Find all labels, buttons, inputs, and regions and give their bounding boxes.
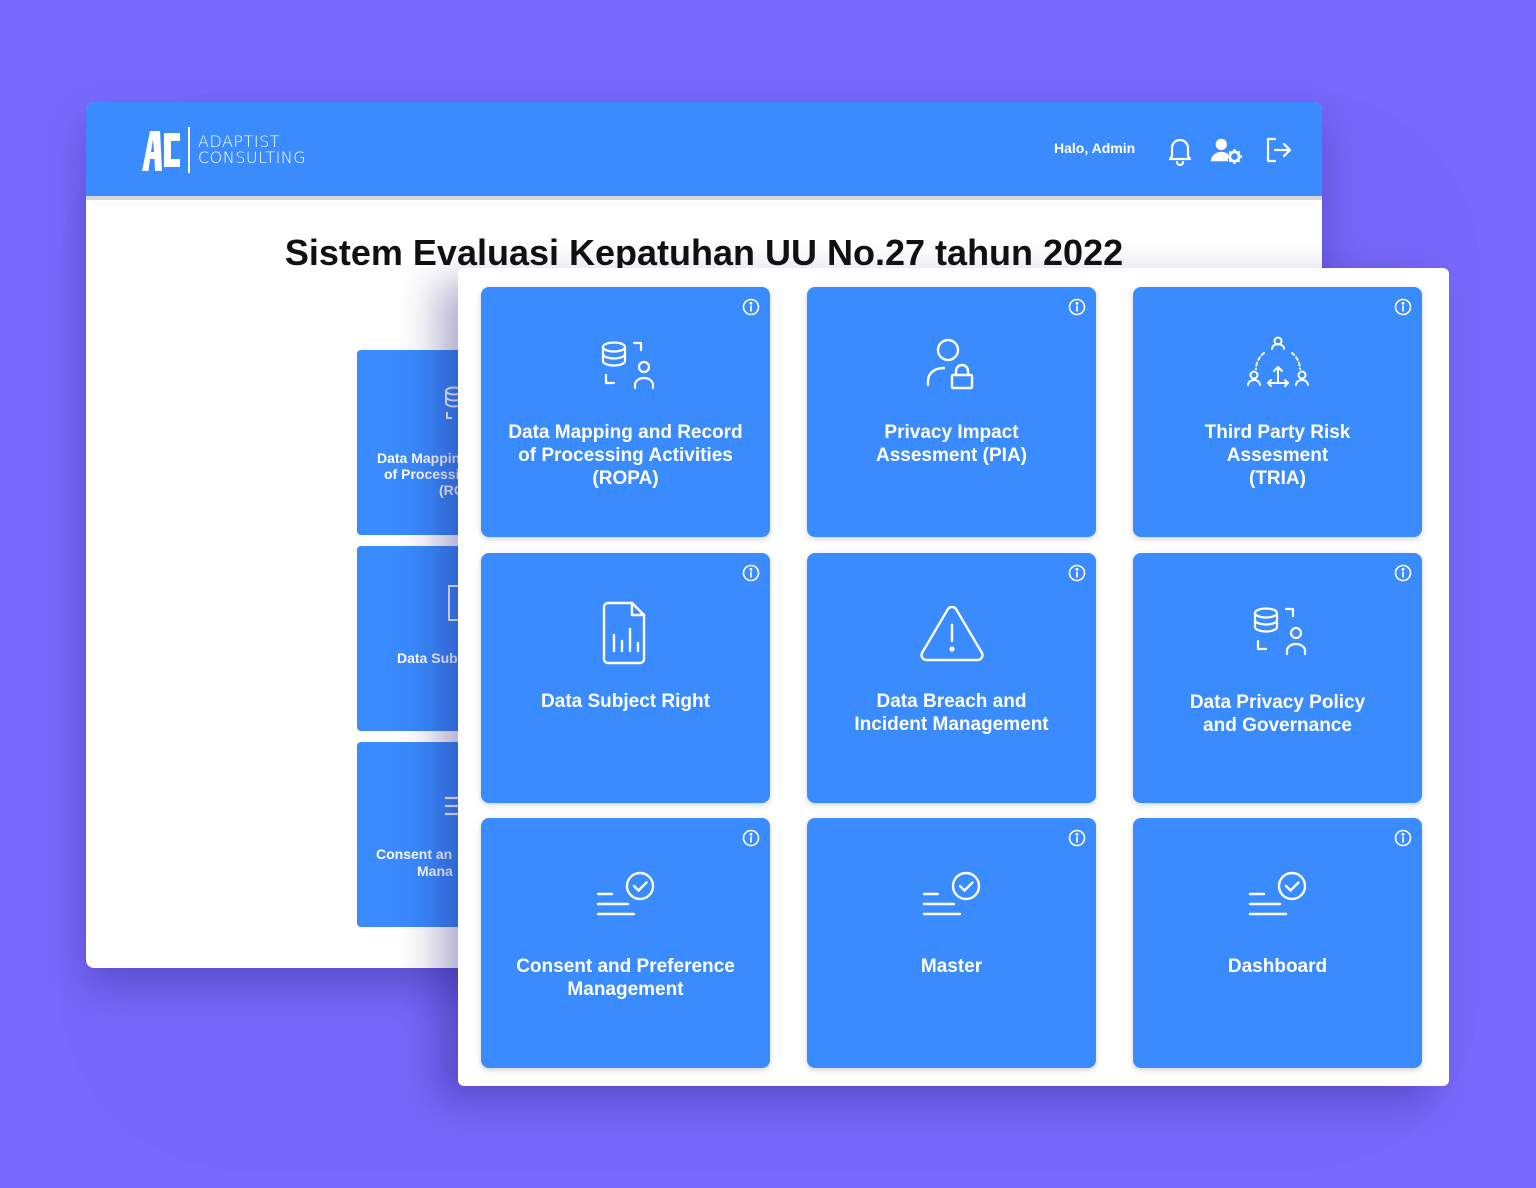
card-label-line-2: Incident Management [854, 714, 1049, 735]
card-label: Data Subject Right [541, 691, 710, 712]
card-label-line-2: Assesment (PIA) [876, 445, 1027, 466]
database-user-icon [1253, 607, 1306, 656]
info-icon[interactable] [1394, 298, 1412, 316]
info-icon[interactable] [742, 298, 760, 316]
card-dashboard[interactable]: Dashboard [1133, 818, 1422, 1068]
brand-line-2: CONSULTING [198, 148, 307, 167]
logout-icon[interactable] [1262, 134, 1294, 166]
card-master[interactable]: Master [807, 818, 1096, 1068]
database-user-icon [601, 341, 654, 390]
back-card-label-1: Consent an [376, 846, 453, 862]
logo-divider [188, 127, 190, 173]
card-privacy-policy[interactable]: Data Privacy Policy and Governance [1133, 553, 1422, 803]
card-label: Data Privacy Policy and Governance [1145, 691, 1410, 737]
info-icon[interactable] [1068, 564, 1086, 582]
info-icon[interactable] [1068, 298, 1086, 316]
module-panel: Data Mapping and Record of Processing Ac… [458, 268, 1449, 1086]
card-label-line-2: of Processing Activities [518, 445, 733, 466]
list-check-icon [596, 871, 654, 916]
card-label-line-2: Assesment [1226, 445, 1329, 466]
back-card-label-1: Data Mappin [377, 450, 461, 466]
document-chart-icon [602, 601, 645, 665]
card-label: Third Party Risk Assesment (TRIA) [1145, 421, 1410, 490]
card-label: Data Mapping and Record of Processing Ac… [493, 421, 758, 490]
user-gear-icon[interactable] [1210, 134, 1242, 166]
card-label-line-2: and Governance [1203, 715, 1352, 736]
network-users-icon [1246, 336, 1309, 387]
card-label-line-3: (ROPA) [592, 468, 659, 489]
card-consent-preference[interactable]: Consent and Preference Management [481, 818, 770, 1068]
card-label-line-1: Third Party Risk [1204, 422, 1351, 443]
info-icon[interactable] [742, 564, 760, 582]
card-pia[interactable]: Privacy Impact Assesment (PIA) [807, 287, 1096, 537]
list-check-icon [1248, 871, 1306, 916]
card-label-line-1: Data Breach and [876, 691, 1027, 712]
back-card-label: Data Sub [397, 650, 458, 666]
greeting-text: Halo, Admin [1054, 140, 1136, 156]
warning-icon [919, 605, 984, 662]
card-label: Data Breach and Incident Management [819, 690, 1084, 736]
info-icon[interactable] [1394, 829, 1412, 847]
user-lock-icon [926, 338, 973, 390]
list-check-icon [922, 871, 980, 916]
app-header: ADAPTIST CONSULTING Halo, Admin [86, 102, 1322, 200]
card-data-subject-right[interactable]: Data Subject Right [481, 553, 770, 803]
brand-name: ADAPTIST CONSULTING [198, 134, 306, 166]
card-label-line-1: Data Privacy Policy [1189, 692, 1366, 713]
card-label: Master [920, 956, 983, 977]
card-label-line-2: Management [567, 979, 684, 1000]
info-icon[interactable] [1068, 829, 1086, 847]
card-data-breach[interactable]: Data Breach and Incident Management [807, 553, 1096, 803]
info-icon[interactable] [742, 829, 760, 847]
card-tria[interactable]: Third Party Risk Assesment (TRIA) [1133, 287, 1422, 537]
card-ropa[interactable]: Data Mapping and Record of Processing Ac… [481, 287, 770, 537]
logo[interactable]: ADAPTIST CONSULTING [140, 126, 306, 174]
bell-icon[interactable] [1164, 134, 1196, 166]
card-label-line-1: Consent and Preference [516, 956, 735, 977]
card-label-line-3: (TRIA) [1249, 468, 1306, 489]
card-label-line-1: Data Mapping and Record [508, 422, 743, 443]
card-label-line-1: Privacy Impact [884, 422, 1019, 443]
back-card-label-2: of Processi [384, 466, 460, 482]
card-label: Privacy Impact Assesment (PIA) [819, 421, 1084, 467]
logo-mark-icon [142, 131, 180, 171]
info-icon[interactable] [1394, 564, 1412, 582]
back-card-label-2: Mana [417, 863, 453, 879]
card-label: Dashboard [1227, 956, 1328, 977]
card-label: Consent and Preference Management [493, 955, 758, 1001]
